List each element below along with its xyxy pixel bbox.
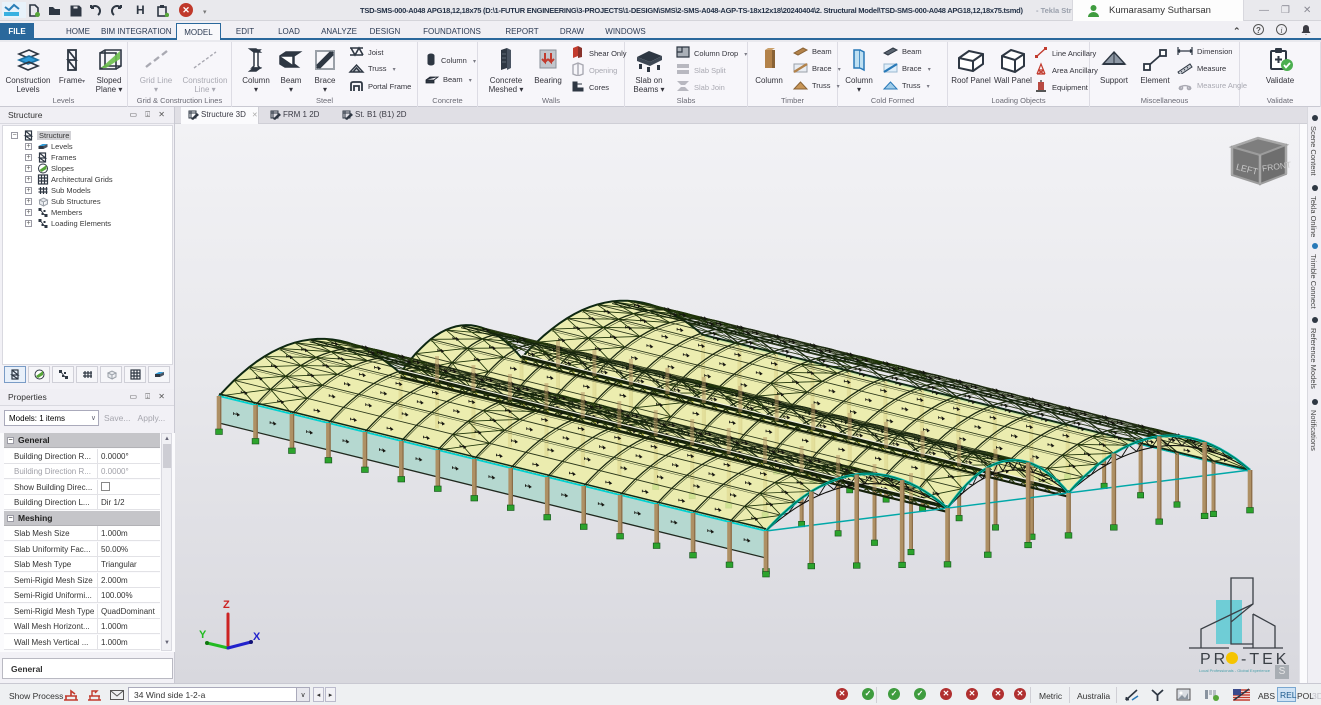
svg-text:Y: Y xyxy=(199,629,207,641)
svg-text:Z: Z xyxy=(223,599,230,611)
svg-text:Local Professionals - Global E: Local Professionals - Global Experience xyxy=(1199,668,1271,673)
svg-text:X: X xyxy=(253,631,260,643)
svg-text:PR: PR xyxy=(1200,651,1228,668)
